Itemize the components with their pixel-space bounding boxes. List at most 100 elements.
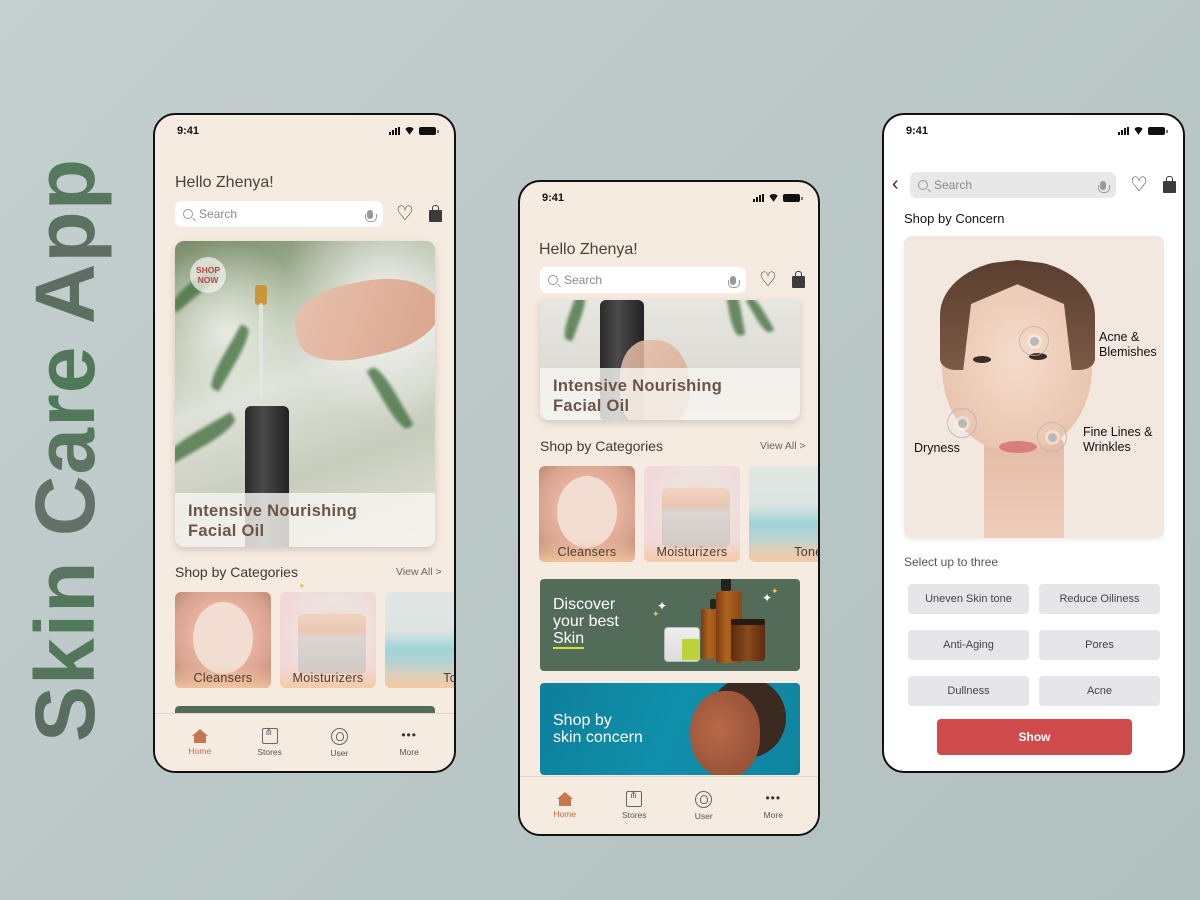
search-bar[interactable] [540,267,746,293]
search-bar[interactable] [910,172,1116,198]
sparkle-icon: ✦ [652,609,660,619]
heart-icon[interactable]: ♡ [396,204,414,224]
hero-banner[interactable]: SHOP NOW Intensive Nourishing Facial Oil [175,241,435,547]
category-moisturizers[interactable]: Moisturizers [644,466,740,562]
chip-acne[interactable]: Acne [1039,676,1160,706]
hero-title-line2: Facial Oil [188,522,265,540]
wifi-icon [768,194,779,202]
label-line: Fine Lines & [1083,425,1153,439]
hero-caption: Intensive Nourishing Facial Oil [540,368,800,420]
nav-more[interactable]: ••• More [748,791,798,820]
hero-title-line1: Intensive Nourishing [188,502,358,520]
concern-banner-line1: Shop by [553,712,612,729]
nav-label: More [763,810,783,820]
shopping-bag-icon[interactable] [1163,176,1176,193]
heart-icon[interactable]: ♡ [759,270,777,290]
chip-dullness[interactable]: Dullness [908,676,1029,706]
nav-label: Stores [257,747,282,757]
discover-line3: Skin [553,630,585,649]
search-input[interactable] [199,207,361,221]
nav-stores[interactable]: Stores [609,790,659,820]
nav-home[interactable]: Home [540,792,590,819]
discover-line1: Discover [553,596,616,613]
status-bar: 9:41 [906,125,1168,137]
nav-user[interactable]: User [314,727,364,758]
battery-icon [783,194,803,202]
discover-banner[interactable]: Discover your best Skin ✦ ✦ ✦ ✦ [540,579,800,671]
category-label: Toner [385,666,454,688]
label-line: Acne & [1099,330,1140,344]
dropper-glass [259,303,263,398]
nav-home[interactable]: Home [175,729,225,756]
signal-icon [1118,127,1129,135]
concern-banner-text: Shop by skin concern [553,712,643,746]
view-all-link[interactable]: View All > [760,440,806,452]
nav-user[interactable]: User [679,790,729,821]
heart-icon[interactable]: ♡ [1130,175,1148,195]
greeting: Hello Zhenya! [539,241,638,258]
chip-anti-aging[interactable]: Anti-Aging [908,630,1029,660]
hotspot-acne[interactable] [1019,326,1049,356]
microphone-icon[interactable] [365,209,377,222]
eye-left [973,356,991,363]
phone-home-screen-1: 9:41 Hello Zhenya! ♡ SHOPNOW Intensive N… [153,113,456,773]
skin-concern-banner[interactable]: Shop by skin concern [540,683,800,775]
select-instructions: Select up to three [904,555,999,569]
back-chevron-icon[interactable]: ‹ [892,174,899,194]
wifi-icon [1133,127,1144,135]
category-label: Moisturizers [644,540,740,562]
face-image [557,476,617,548]
chip-pores[interactable]: Pores [1039,630,1160,660]
search-input[interactable] [934,178,1094,192]
shopping-bag-icon[interactable] [429,205,442,222]
chip-uneven-skin-tone[interactable]: Uneven Skin tone [908,584,1029,614]
view-all-link[interactable]: View All > [396,566,442,578]
nav-label: Home [188,746,212,756]
signal-icon [389,127,400,135]
hotspot-fine-lines[interactable] [1037,422,1067,452]
phone-home-screen-2: 9:41 Hello Zhenya! ♡ Intensive Nourishin… [518,180,820,836]
home-icon [191,729,208,743]
chip-reduce-oiliness[interactable]: Reduce Oiliness [1039,584,1160,614]
category-label: Cleansers [539,540,635,562]
microphone-icon[interactable] [728,275,740,288]
categories-title: Shop by Categories [540,438,663,454]
search-input[interactable] [564,273,724,287]
nav-more[interactable]: ••• More [384,728,434,757]
wifi-icon [404,127,415,135]
lips [999,441,1037,453]
category-label: Toner [749,540,818,562]
label-line: Wrinkles [1083,440,1131,454]
category-label: Cleansers [175,666,271,688]
shop-now-badge[interactable]: SHOP NOW [190,257,226,293]
category-cleansers[interactable]: Cleansers [539,466,635,562]
status-time: 9:41 [542,192,565,204]
show-button[interactable]: Show [937,719,1132,755]
concern-title: Shop by Concern [904,211,1005,226]
category-moisturizers[interactable]: Moisturizers [280,592,376,688]
cream-jar-image [298,614,366,674]
bottom-nav: Home Stores User ••• More [520,776,818,834]
user-icon [330,727,348,745]
microphone-icon[interactable] [1098,180,1110,193]
face-image [193,602,253,674]
amber-jar [731,621,765,661]
jar-label [682,639,700,660]
label-line: Blemishes [1099,345,1157,359]
category-toner[interactable]: Toner [385,592,454,688]
nav-label: Stores [621,810,647,820]
hero-banner[interactable]: Intensive Nourishing Facial Oil [540,300,800,420]
concern-chip-grid: Uneven Skin tone Reduce Oiliness Anti-Ag… [908,584,1161,706]
category-label: Moisturizers [280,666,376,688]
nav-label: More [399,747,419,757]
shopping-bag-icon[interactable] [792,271,805,288]
nav-stores[interactable]: Stores [245,727,295,757]
category-toner[interactable]: Toner [749,466,818,562]
hotspot-dryness[interactable] [947,408,977,438]
category-cleansers[interactable]: Cleansers [175,592,271,688]
search-icon [548,275,558,285]
cream-jar-image [662,488,730,548]
hero-title-line2: Facial Oil [553,397,630,415]
sparkle-icon: ✦ [298,581,306,591]
search-bar[interactable] [175,201,383,227]
